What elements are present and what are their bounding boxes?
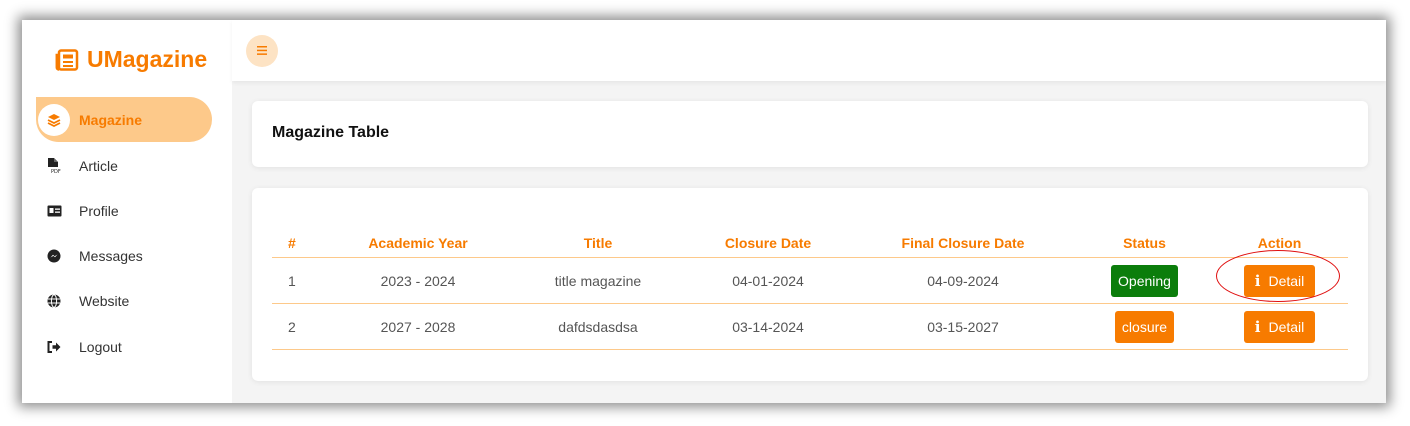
magazine-table: # Academic Year Title Closure Date Final… (272, 228, 1348, 350)
cell-index: 2 (272, 303, 328, 350)
newspaper-icon (55, 48, 79, 71)
cell-action: i Detail (1211, 303, 1348, 350)
detail-button-label: Detail (1268, 272, 1305, 289)
cell-final-closure-date: 04-09-2024 (848, 257, 1078, 304)
column-header-action: Action (1211, 228, 1348, 258)
layers-icon (38, 103, 70, 136)
detail-button[interactable]: i Detail (1243, 310, 1316, 343)
info-icon: i (1254, 317, 1261, 336)
column-header-academic-year: Academic Year (328, 228, 508, 258)
sidebar-item-messages[interactable]: Messages (36, 233, 212, 278)
sidebar-item-label: Article (79, 157, 118, 174)
cell-academic-year: 2023 - 2024 (328, 257, 508, 304)
status-badge: closure (1114, 310, 1175, 343)
cell-index: 1 (272, 257, 328, 304)
sidebar-item-label: Logout (79, 338, 122, 355)
cell-action: i Detail (1211, 257, 1348, 304)
detail-button-label: Detail (1268, 318, 1305, 335)
sidebar-item-label: Website (79, 292, 130, 309)
column-header-final-closure-date: Final Closure Date (848, 228, 1078, 258)
cell-title: dafdsdasdsa (508, 303, 688, 350)
hamburger-icon (257, 42, 267, 60)
brand-logo[interactable]: UMagazine (55, 46, 207, 73)
title-card: Magazine Table (252, 101, 1368, 167)
top-bar (232, 20, 1386, 81)
detail-button[interactable]: i Detail (1243, 264, 1316, 297)
cell-final-closure-date: 03-15-2027 (848, 303, 1078, 350)
table-header-row: # Academic Year Title Closure Date Final… (272, 228, 1348, 258)
sidebar-item-label: Messages (79, 247, 143, 264)
sidebar-item-profile[interactable]: Profile (36, 188, 212, 233)
table-card: # Academic Year Title Closure Date Final… (252, 188, 1368, 381)
column-header-title: Title (508, 228, 688, 258)
id-card-icon (38, 195, 70, 227)
messenger-icon (38, 240, 70, 272)
brand-name: UMagazine (87, 46, 208, 72)
cell-closure-date: 04-01-2024 (688, 257, 848, 304)
cell-closure-date: 03-14-2024 (688, 303, 848, 350)
column-header-closure-date: Closure Date (688, 228, 848, 258)
sidebar-item-magazine[interactable]: Magazine (36, 97, 212, 142)
cell-status: Opening (1078, 257, 1211, 304)
table-row: 1 2023 - 2024 title magazine 04-01-2024 … (272, 257, 1348, 304)
info-icon: i (1254, 271, 1261, 290)
sidebar-item-logout[interactable]: Logout (36, 324, 212, 369)
logout-icon (38, 331, 70, 363)
sidebar-item-website[interactable]: Website (36, 278, 212, 323)
pdf-file-icon: PDF (38, 150, 70, 182)
column-header-index: # (272, 228, 328, 258)
column-header-status: Status (1078, 228, 1211, 258)
cell-status: closure (1078, 303, 1211, 350)
sidebar-item-article[interactable]: PDF Article (36, 143, 212, 188)
svg-text:PDF: PDF (51, 169, 61, 174)
sidebar: UMagazine Magazine PDF Article Profile M… (22, 20, 232, 403)
cell-title: title magazine (508, 257, 688, 304)
menu-toggle-button[interactable] (246, 35, 278, 67)
table-row: 2 2027 - 2028 dafdsdasdsa 03-14-2024 03-… (272, 303, 1348, 350)
status-badge: Opening (1111, 264, 1178, 297)
sidebar-item-label: Magazine (79, 111, 143, 128)
sidebar-item-label: Profile (79, 202, 119, 219)
cell-academic-year: 2027 - 2028 (328, 303, 508, 350)
page-title: Magazine Table (272, 124, 390, 141)
app-window: UMagazine Magazine PDF Article Profile M… (22, 20, 1386, 403)
globe-icon (38, 285, 70, 317)
